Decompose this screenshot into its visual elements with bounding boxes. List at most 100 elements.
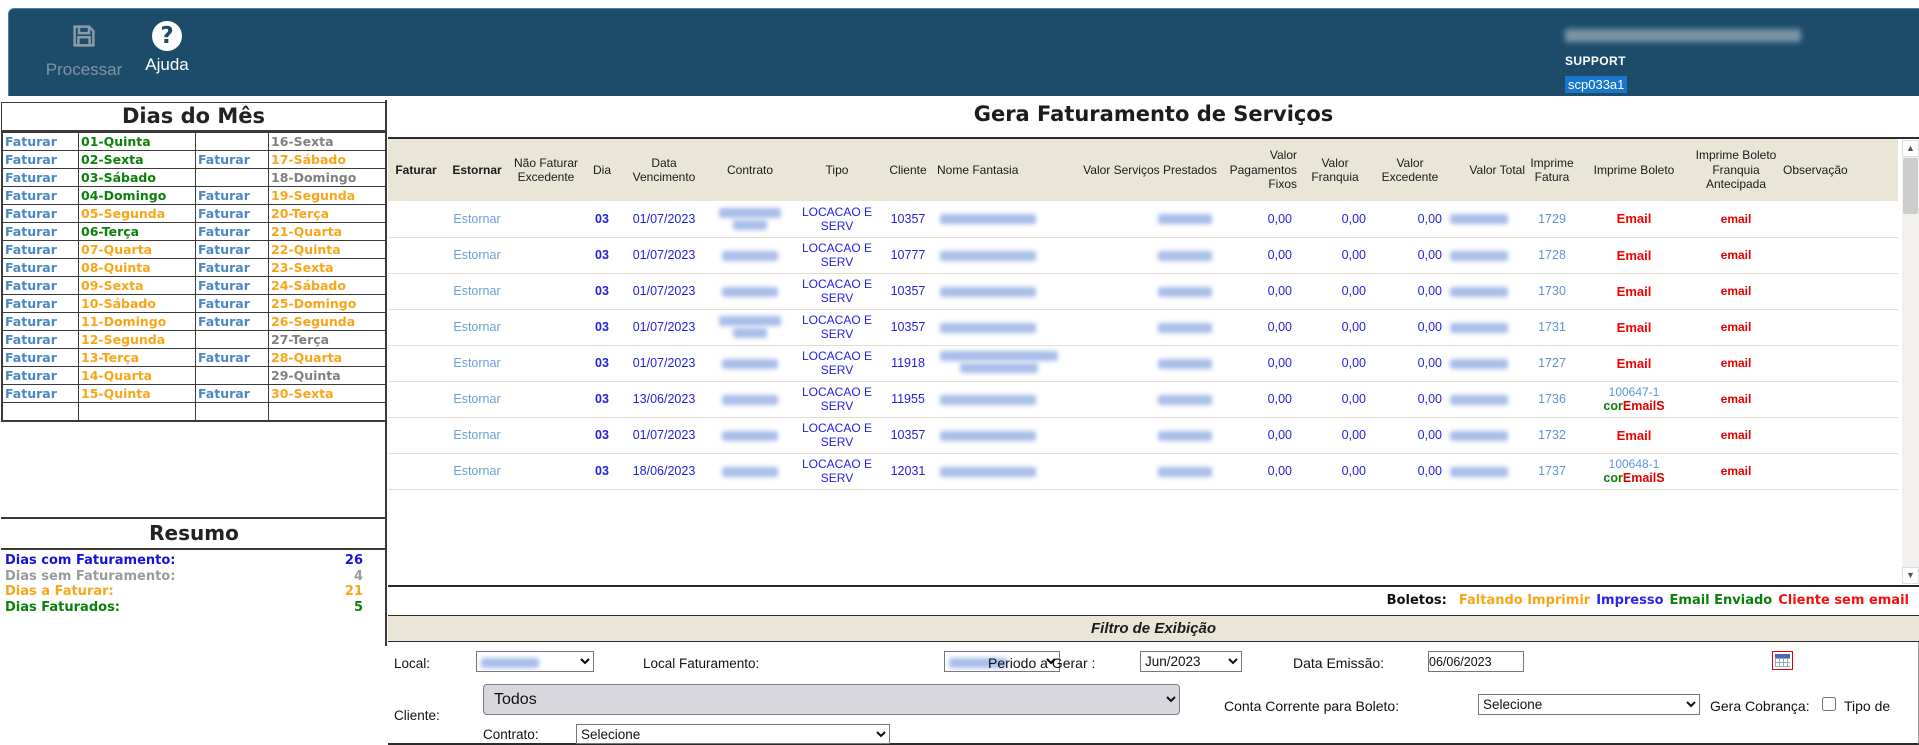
faturar-link[interactable]: Faturar: [198, 386, 250, 401]
boleto-franquia-email-link[interactable]: email: [1721, 356, 1752, 370]
faturar-cell[interactable]: Faturar: [195, 240, 269, 259]
faturar-link[interactable]: Faturar: [198, 260, 250, 275]
faturar-link[interactable]: Faturar: [5, 152, 57, 167]
faturar-link[interactable]: Faturar: [5, 278, 57, 293]
estornar-link[interactable]: Estornar: [453, 464, 500, 478]
faturar-cell[interactable]: Faturar: [195, 384, 269, 403]
imprime-boleto-cell[interactable]: 100647-1 corEmailS: [1578, 381, 1690, 418]
estornar-link[interactable]: Estornar: [453, 320, 500, 334]
imprime-fatura-link[interactable]: 1731: [1538, 320, 1566, 334]
faturar-link[interactable]: Faturar: [5, 368, 57, 383]
imprime-boleto-cell[interactable]: Email: [1578, 273, 1690, 310]
imprime-fatura-link[interactable]: 1732: [1538, 428, 1566, 442]
faturar-cell[interactable]: Faturar: [195, 348, 269, 367]
faturar-cell[interactable]: Faturar: [195, 186, 269, 205]
faturar-link[interactable]: Faturar: [198, 278, 250, 293]
faturar-cell[interactable]: Faturar: [195, 294, 269, 313]
faturar-link[interactable]: Faturar: [5, 170, 57, 185]
faturar-cell[interactable]: Faturar: [2, 312, 79, 331]
faturar-cell[interactable]: Faturar: [2, 150, 79, 169]
column-faturar-link[interactable]: Faturar: [388, 139, 444, 201]
faturar-cell[interactable]: Faturar: [2, 258, 79, 277]
estornar-link[interactable]: Estornar: [453, 248, 500, 262]
estornar-link[interactable]: Estornar: [453, 428, 500, 442]
vertical-scrollbar[interactable]: ▲ ▼: [1902, 140, 1919, 584]
imprime-boleto-email-link[interactable]: Email: [1617, 211, 1652, 226]
imprime-boleto-cell[interactable]: Email: [1578, 309, 1690, 346]
faturar-link[interactable]: Faturar: [5, 206, 57, 221]
imprime-boleto-email-link[interactable]: Email: [1617, 428, 1652, 443]
estornar-link[interactable]: Estornar: [453, 284, 500, 298]
faturar-cell[interactable]: Faturar: [2, 240, 79, 259]
ajuda-button[interactable]: ? Ajuda: [137, 21, 197, 75]
calendar-icon[interactable]: [1771, 651, 1793, 670]
boleto-franquia-email-link[interactable]: email: [1721, 320, 1752, 334]
faturar-link[interactable]: Faturar: [5, 242, 57, 257]
boleto-franquia-email-link[interactable]: email: [1721, 284, 1752, 298]
scroll-down-button[interactable]: ▼: [1902, 567, 1919, 584]
faturar-cell[interactable]: Faturar: [195, 222, 269, 241]
faturar-link[interactable]: Faturar: [5, 314, 57, 329]
periodo-select[interactable]: Jun/2023: [1140, 651, 1242, 672]
faturar-link[interactable]: Faturar: [198, 188, 250, 203]
contrato-select[interactable]: Selecione: [576, 724, 890, 744]
imprime-fatura-link[interactable]: 1730: [1538, 284, 1566, 298]
estornar-link[interactable]: Estornar: [453, 212, 500, 226]
faturar-link[interactable]: Faturar: [198, 152, 250, 167]
faturar-cell[interactable]: Faturar: [2, 168, 79, 187]
imprime-boleto-cell[interactable]: Email: [1578, 345, 1690, 382]
faturar-cell[interactable]: Faturar: [2, 330, 79, 349]
scroll-up-button[interactable]: ▲: [1902, 140, 1919, 157]
boleto-franquia-email-link[interactable]: email: [1721, 248, 1752, 262]
gera-cobranca-checkbox[interactable]: [1822, 697, 1836, 711]
faturar-cell[interactable]: Faturar: [2, 276, 79, 295]
imprime-boleto-email-link[interactable]: Email: [1617, 356, 1652, 371]
faturar-cell[interactable]: Faturar: [195, 312, 269, 331]
data-emissao-input[interactable]: [1428, 651, 1524, 672]
faturar-link[interactable]: Faturar: [198, 206, 250, 221]
imprime-fatura-link[interactable]: 1729: [1538, 212, 1566, 226]
faturar-cell[interactable]: Faturar: [2, 132, 79, 151]
faturar-link[interactable]: Faturar: [198, 350, 250, 365]
faturar-link[interactable]: Faturar: [5, 332, 57, 347]
imprime-boleto-email-link[interactable]: Email: [1617, 284, 1652, 299]
faturar-link[interactable]: Faturar: [5, 224, 57, 239]
column-estornar-link[interactable]: Estornar: [444, 139, 510, 201]
faturar-link[interactable]: Faturar: [5, 386, 57, 401]
faturar-link[interactable]: Faturar: [198, 314, 250, 329]
boleto-number-link[interactable]: 100647-1: [1580, 385, 1688, 399]
faturar-link[interactable]: Faturar: [198, 296, 250, 311]
boleto-franquia-email-link[interactable]: email: [1721, 464, 1752, 478]
estornar-link[interactable]: Estornar: [453, 392, 500, 406]
faturar-link[interactable]: Faturar: [198, 224, 250, 239]
imprime-fatura-link[interactable]: 1737: [1538, 464, 1566, 478]
processar-button[interactable]: Processar: [39, 21, 129, 80]
faturar-cell[interactable]: Faturar: [2, 204, 79, 223]
faturar-cell[interactable]: Faturar: [2, 384, 79, 403]
faturar-link[interactable]: Faturar: [198, 242, 250, 257]
faturar-cell[interactable]: Faturar: [2, 366, 79, 385]
imprime-boleto-email-link[interactable]: Email: [1617, 248, 1652, 263]
imprime-boleto-cell[interactable]: Email: [1578, 237, 1690, 274]
imprime-boleto-cell[interactable]: 100648-1 corEmailS: [1578, 453, 1690, 490]
faturar-cell[interactable]: Faturar: [2, 186, 79, 205]
faturar-cell[interactable]: Faturar: [195, 204, 269, 223]
boleto-franquia-email-link[interactable]: email: [1721, 212, 1752, 226]
faturar-link[interactable]: Faturar: [5, 350, 57, 365]
scroll-thumb[interactable]: [1903, 158, 1918, 214]
faturar-cell[interactable]: Faturar: [195, 276, 269, 295]
faturar-cell[interactable]: Faturar: [195, 258, 269, 277]
faturar-cell[interactable]: Faturar: [2, 348, 79, 367]
faturar-link[interactable]: Faturar: [5, 296, 57, 311]
boleto-number-link[interactable]: 100648-1: [1580, 457, 1688, 471]
imprime-boleto-cell[interactable]: Email: [1578, 417, 1690, 454]
faturar-link[interactable]: Faturar: [5, 134, 57, 149]
imprime-fatura-link[interactable]: 1728: [1538, 248, 1566, 262]
conta-corrente-select[interactable]: Selecione: [1478, 694, 1700, 715]
imprime-boleto-email-link[interactable]: Email: [1617, 320, 1652, 335]
imprime-fatura-link[interactable]: 1736: [1538, 392, 1566, 406]
faturar-link[interactable]: Faturar: [5, 260, 57, 275]
estornar-link[interactable]: Estornar: [453, 356, 500, 370]
faturar-link[interactable]: Faturar: [5, 188, 57, 203]
imprime-fatura-link[interactable]: 1727: [1538, 356, 1566, 370]
